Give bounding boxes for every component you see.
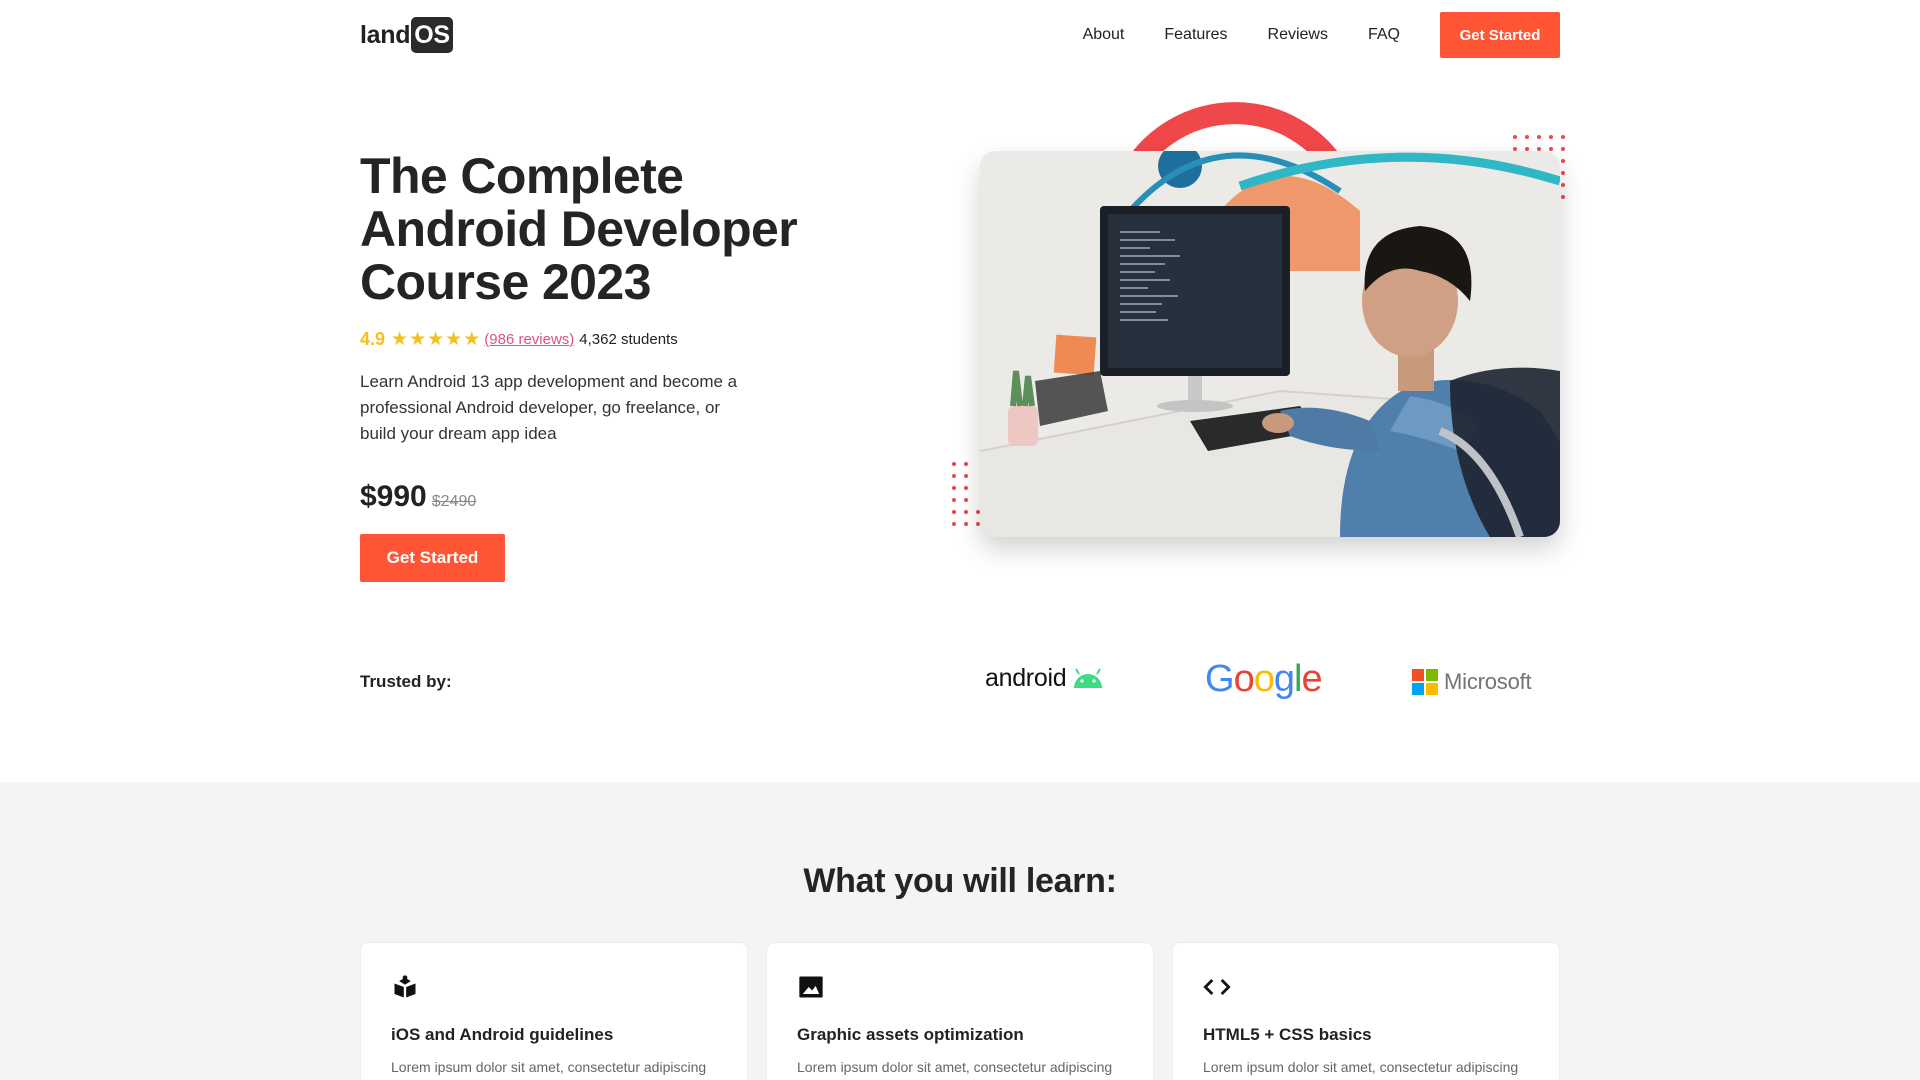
- learn-section-title: What you will learn:: [803, 862, 1117, 900]
- hero-image: [980, 151, 1560, 537]
- logo-badge: OS: [411, 17, 453, 53]
- google-letter: e: [1301, 658, 1322, 700]
- price-original: $2490: [431, 493, 477, 510]
- header-get-started-button[interactable]: Get Started: [1440, 12, 1560, 58]
- nav-link-about[interactable]: About: [1083, 26, 1125, 44]
- dot-grid-decoration: [952, 462, 980, 526]
- learn-card: HTML5 + CSS basics Lorem ipsum dolor sit…: [1172, 942, 1560, 1080]
- android-logo-text: android: [985, 664, 1067, 692]
- site-header: land OS About Features Reviews FAQ Get S…: [0, 0, 1920, 70]
- main-nav: About Features Reviews FAQ Get Started: [1083, 12, 1560, 58]
- learn-card-title: HTML5 + CSS basics: [1203, 1025, 1372, 1044]
- learn-section: What you will learn: iOS and Android gui…: [0, 782, 1920, 1080]
- google-letter: o: [1233, 658, 1255, 700]
- nav-link-reviews[interactable]: Reviews: [1268, 26, 1328, 44]
- hero-title: The Complete Android Developer Course 20…: [360, 148, 798, 310]
- microsoft-logo-text: Microsoft: [1444, 669, 1532, 694]
- rating-value: 4.9: [360, 328, 386, 349]
- students-count: 4,362 students: [579, 330, 678, 348]
- google-logo-text: Google: [1205, 658, 1323, 700]
- learn-card: iOS and Android guidelines Lorem ipsum d…: [360, 942, 748, 1080]
- star-icon: ★: [463, 328, 481, 350]
- image-icon: [799, 976, 823, 998]
- android-robot-icon: [1074, 667, 1103, 688]
- star-icon: ★: [409, 328, 427, 350]
- hero-description: Learn Android 13 app development and bec…: [360, 372, 738, 443]
- price-row: $990 $2490: [360, 480, 476, 514]
- learn-card-title: iOS and Android guidelines: [391, 1025, 614, 1044]
- trusted-by-label: Trusted by:: [360, 672, 452, 691]
- google-letter: o: [1253, 658, 1275, 700]
- star-icon: ★: [427, 328, 445, 350]
- learn-card: Graphic assets optimization Lorem ipsum …: [766, 942, 1154, 1080]
- learn-card-text: Lorem ipsum dolor sit amet, consectetur …: [797, 1059, 1113, 1075]
- google-letter: g: [1273, 658, 1295, 700]
- rating-row: 4.9 ★ ★ ★ ★ ★ (986 reviews) 4,362 studen…: [360, 327, 678, 351]
- hero-get-started-button[interactable]: Get Started: [360, 534, 505, 582]
- site-logo[interactable]: land OS: [360, 16, 453, 54]
- learn-card-title: Graphic assets optimization: [797, 1025, 1024, 1044]
- code-icon: [1203, 979, 1231, 995]
- google-letter: G: [1205, 658, 1235, 700]
- logo-text: land: [360, 20, 411, 49]
- reviews-link[interactable]: (986 reviews): [484, 331, 574, 348]
- price-current: $990: [360, 480, 427, 513]
- microsoft-logo: Microsoft: [1412, 669, 1532, 695]
- star-icon: ★: [445, 328, 463, 350]
- developer-at-computer-photo: [980, 151, 1560, 537]
- star-icon: ★: [391, 328, 409, 350]
- reader-icon: [394, 975, 416, 998]
- android-logo: android: [985, 664, 1105, 693]
- google-logo: Google: [1205, 658, 1323, 701]
- nav-link-faq[interactable]: FAQ: [1368, 26, 1400, 44]
- nav-link-features[interactable]: Features: [1164, 26, 1227, 44]
- microsoft-squares-icon: [1412, 669, 1438, 695]
- learn-card-text: Lorem ipsum dolor sit amet, consectetur …: [1203, 1059, 1519, 1075]
- learn-card-text: Lorem ipsum dolor sit amet, consectetur …: [391, 1059, 707, 1075]
